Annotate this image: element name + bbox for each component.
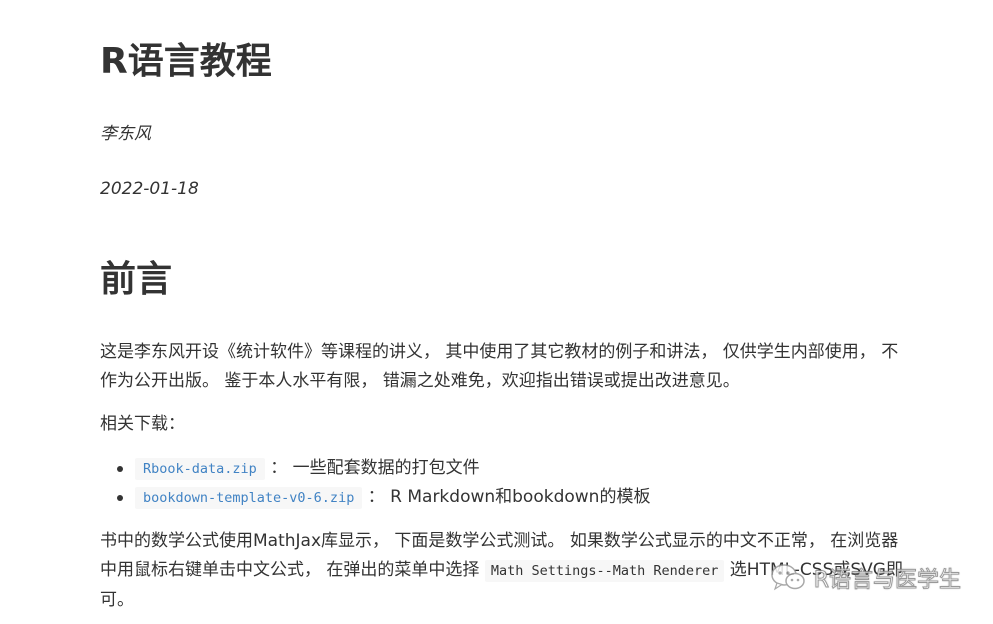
list-item: Rbook-data.zip ： 一些配套数据的打包文件 — [100, 454, 650, 483]
watermark: R语言与医学生 — [770, 562, 962, 594]
page-title: R语言教程 — [100, 41, 272, 82]
downloads-label: 相关下载： — [100, 414, 185, 434]
list-item: bookdown-template-v0-6.zip ： R Markdown和… — [100, 483, 650, 512]
intro-line-1: 这是李东风开设《统计软件》等课程的讲义， 其中使用了其它教材的例子和讲法， 仅供… — [100, 342, 899, 362]
download-link-bookdown-template[interactable]: bookdown-template-v0-6.zip — [135, 487, 363, 509]
math-note-line-1: 书中的数学公式使用MathJax库显示， 下面是数学公式测试。 如果数学公式显示… — [100, 531, 899, 551]
menu-path-code: Math Settings--Math Renderer — [484, 560, 725, 582]
publish-date: 2022-01-18 — [100, 179, 199, 199]
download-description: ： 一些配套数据的打包文件 — [270, 458, 480, 478]
wechat-icon — [770, 564, 805, 591]
author-name: 李东风 — [100, 124, 151, 144]
watermark-text: R语言与医学生 — [813, 568, 961, 594]
math-note-text-before: 中用鼠标右键单击中文公式， 在弹出的菜单中选择 — [100, 560, 485, 580]
download-description: ： R Markdown和bookdown的模板 — [367, 487, 651, 507]
intro-paragraph: 这是李东风开设《统计软件》等课程的讲义， 其中使用了其它教材的例子和讲法， 仅供… — [100, 338, 942, 396]
bullet-icon — [117, 466, 123, 472]
download-link-rbook-data[interactable]: Rbook-data.zip — [135, 458, 265, 480]
downloads-list: Rbook-data.zip ： 一些配套数据的打包文件 bookdown-te… — [100, 454, 650, 512]
bullet-icon — [117, 495, 123, 501]
intro-line-2: 作为公开出版。 鉴于本人水平有限， 错漏之处难免，欢迎指出错误或提出改进意见。 — [100, 371, 740, 391]
section-heading-preface: 前言 — [100, 259, 173, 300]
